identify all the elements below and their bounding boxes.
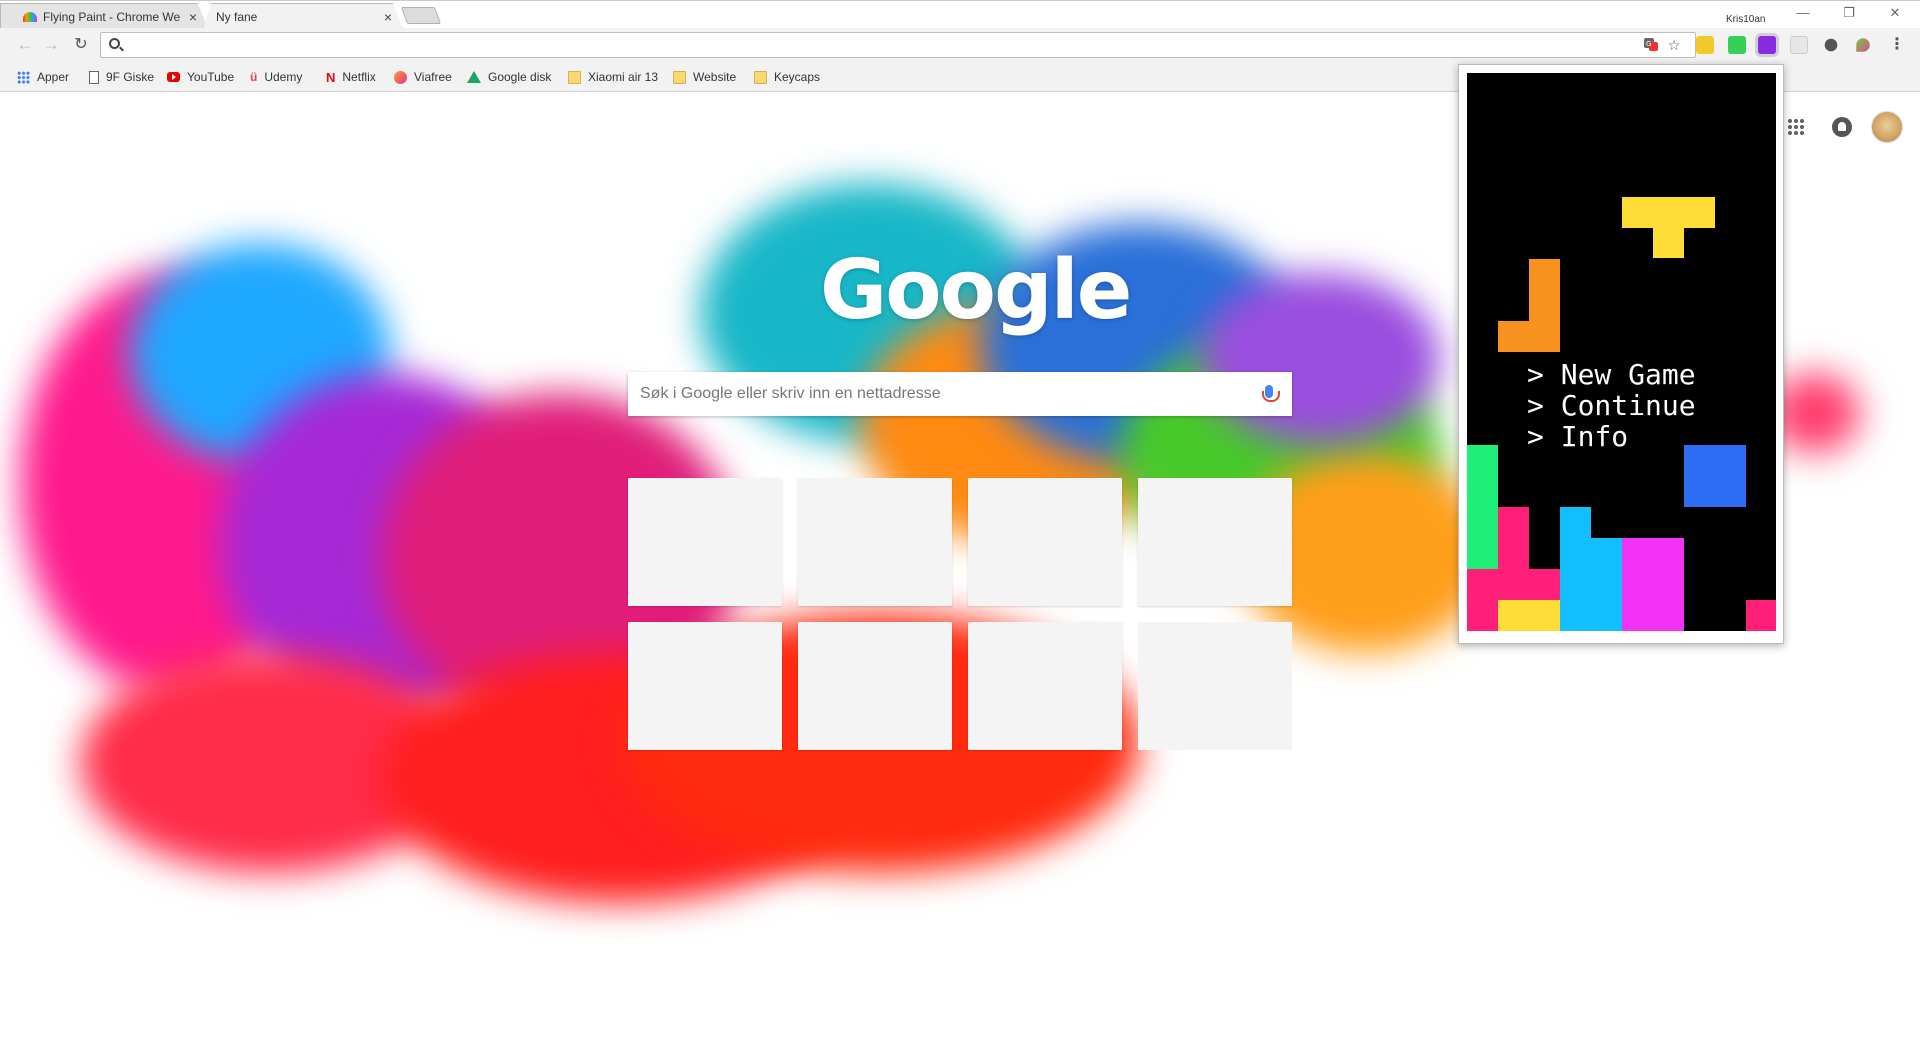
toolbar: ← → ↻ G ☆ ⋮	[0, 28, 1920, 62]
folder-icon	[754, 70, 767, 84]
bookmark-label: Viafree	[414, 70, 452, 84]
tetromino-l-column	[1529, 259, 1560, 352]
page-icon	[89, 70, 99, 84]
stack-block-green	[1467, 445, 1498, 569]
bookmark-apper[interactable]: Apper	[17, 69, 69, 85]
bookmark-google-disk[interactable]: Google disk	[467, 69, 551, 85]
bookmark-label: Google disk	[488, 70, 552, 84]
extension-bird-icon[interactable]	[1856, 38, 1870, 52]
forward-button[interactable]: →	[40, 34, 62, 56]
stack-block-magenta	[1467, 569, 1560, 600]
folder-icon	[568, 70, 581, 84]
notifications-icon[interactable]	[1832, 117, 1852, 137]
bookmark-label: Xiaomi air 13	[588, 70, 659, 84]
tab-close-icon[interactable]: ×	[189, 10, 197, 24]
tab-flying-paint[interactable]: Flying Paint - Chrome We ×	[0, 3, 208, 29]
bookmark-website[interactable]: Website	[673, 69, 736, 85]
stack-block-pink	[1622, 538, 1684, 631]
address-bar[interactable]: G ☆	[100, 32, 1696, 58]
microphone-icon[interactable]	[1262, 385, 1280, 402]
tetris-extension-icon[interactable]	[1758, 36, 1776, 54]
stack-block-cyan	[1560, 507, 1591, 631]
avatar[interactable]	[1871, 111, 1903, 143]
stack-block-yellow	[1498, 600, 1560, 631]
most-visited-tile[interactable]	[798, 622, 952, 750]
tetris-game-board: > New Game > Continue > Info	[1467, 73, 1776, 631]
stack-block-blue	[1684, 445, 1746, 507]
tetromino-t-stem	[1653, 228, 1684, 258]
udemy-icon: ü	[250, 70, 258, 84]
bookmark-label: Keycaps	[774, 70, 821, 84]
netflix-icon: N	[326, 69, 336, 85]
stack-block-magenta	[1746, 600, 1776, 631]
tetris-extension-popup: > New Game > Continue > Info	[1458, 64, 1784, 644]
menu-info[interactable]: > Info	[1527, 421, 1696, 452]
bookmark-label: Netflix	[342, 70, 376, 84]
tab-label: Ny fane	[216, 9, 258, 24]
tetromino-t-top	[1622, 197, 1715, 228]
tab-label: Flying Paint - Chrome We	[43, 9, 181, 24]
extension-grey-icon[interactable]	[1790, 36, 1808, 54]
tetromino-l-foot	[1498, 321, 1529, 352]
address-input[interactable]	[127, 35, 1617, 55]
restore-button[interactable]: ❐	[1826, 3, 1872, 23]
google-apps-icon[interactable]	[1787, 118, 1805, 136]
stack-block-cyan	[1591, 538, 1622, 631]
profile-name[interactable]: Kris10an	[1726, 14, 1765, 25]
menu-continue[interactable]: > Continue	[1527, 390, 1696, 421]
tab-ny-fane[interactable]: Ny fane ×	[203, 3, 403, 29]
extension-green-icon[interactable]	[1728, 36, 1746, 54]
bookmark-9f-giske[interactable]: 9F Giske	[89, 69, 154, 85]
folder-icon	[673, 70, 686, 84]
bookmark-label: Udemy	[264, 70, 303, 84]
chrome-menu-icon[interactable]: ⋮	[1888, 36, 1906, 54]
google-logo: Google	[820, 243, 1132, 338]
most-visited-tile[interactable]	[628, 622, 782, 750]
bookmark-label: Apper	[37, 70, 70, 84]
most-visited-tile[interactable]	[798, 478, 952, 606]
menu-new-game[interactable]: > New Game	[1527, 359, 1696, 390]
bookmark-viafree[interactable]: Viafree	[394, 69, 452, 85]
tab-strip: Flying Paint - Chrome We × Ny fane × Kri…	[0, 0, 1920, 29]
game-menu: > New Game > Continue > Info	[1527, 359, 1696, 452]
stack-block-magenta	[1467, 600, 1498, 631]
most-visited-tile[interactable]	[968, 478, 1122, 606]
apps-icon	[17, 70, 30, 84]
bookmark-xiaomi-air-13[interactable]: Xiaomi air 13	[568, 69, 658, 85]
bookmark-label: 9F Giske	[106, 70, 155, 84]
viafree-icon	[394, 70, 407, 84]
new-tab-button[interactable]	[400, 7, 442, 24]
search-icon	[109, 38, 120, 49]
back-button[interactable]: ←	[14, 34, 36, 56]
bookmark-udemy[interactable]: ü Udemy	[250, 69, 302, 85]
most-visited-tile[interactable]	[1138, 478, 1292, 606]
bookmark-label: YouTube	[187, 70, 235, 84]
bookmark-keycaps[interactable]: Keycaps	[754, 69, 820, 85]
close-window-button[interactable]: ✕	[1872, 3, 1918, 23]
reload-button[interactable]: ↻	[70, 34, 92, 56]
svg-text:G: G	[1646, 40, 1651, 48]
google-drive-icon	[467, 71, 481, 83]
bookmark-youtube[interactable]: YouTube	[167, 69, 234, 85]
ntp-search-box[interactable]	[628, 372, 1292, 416]
bookmark-label: Website	[693, 70, 737, 84]
bookmark-netflix[interactable]: N Netflix	[326, 69, 376, 85]
extension-bulb-icon[interactable]	[1824, 38, 1838, 52]
extension-yellow-icon[interactable]	[1696, 36, 1714, 54]
translate-icon[interactable]: G	[1642, 36, 1660, 54]
bookmark-star-icon[interactable]: ☆	[1665, 36, 1683, 54]
flying-paint-favicon-icon	[23, 11, 37, 22]
most-visited-tile[interactable]	[1138, 622, 1292, 750]
tab-close-icon[interactable]: ×	[384, 10, 392, 24]
minimize-button[interactable]: —	[1780, 3, 1826, 23]
youtube-icon	[167, 72, 180, 82]
most-visited-tile[interactable]	[968, 622, 1122, 750]
most-visited-tile[interactable]	[628, 478, 782, 606]
ntp-search-input[interactable]	[640, 384, 1240, 404]
